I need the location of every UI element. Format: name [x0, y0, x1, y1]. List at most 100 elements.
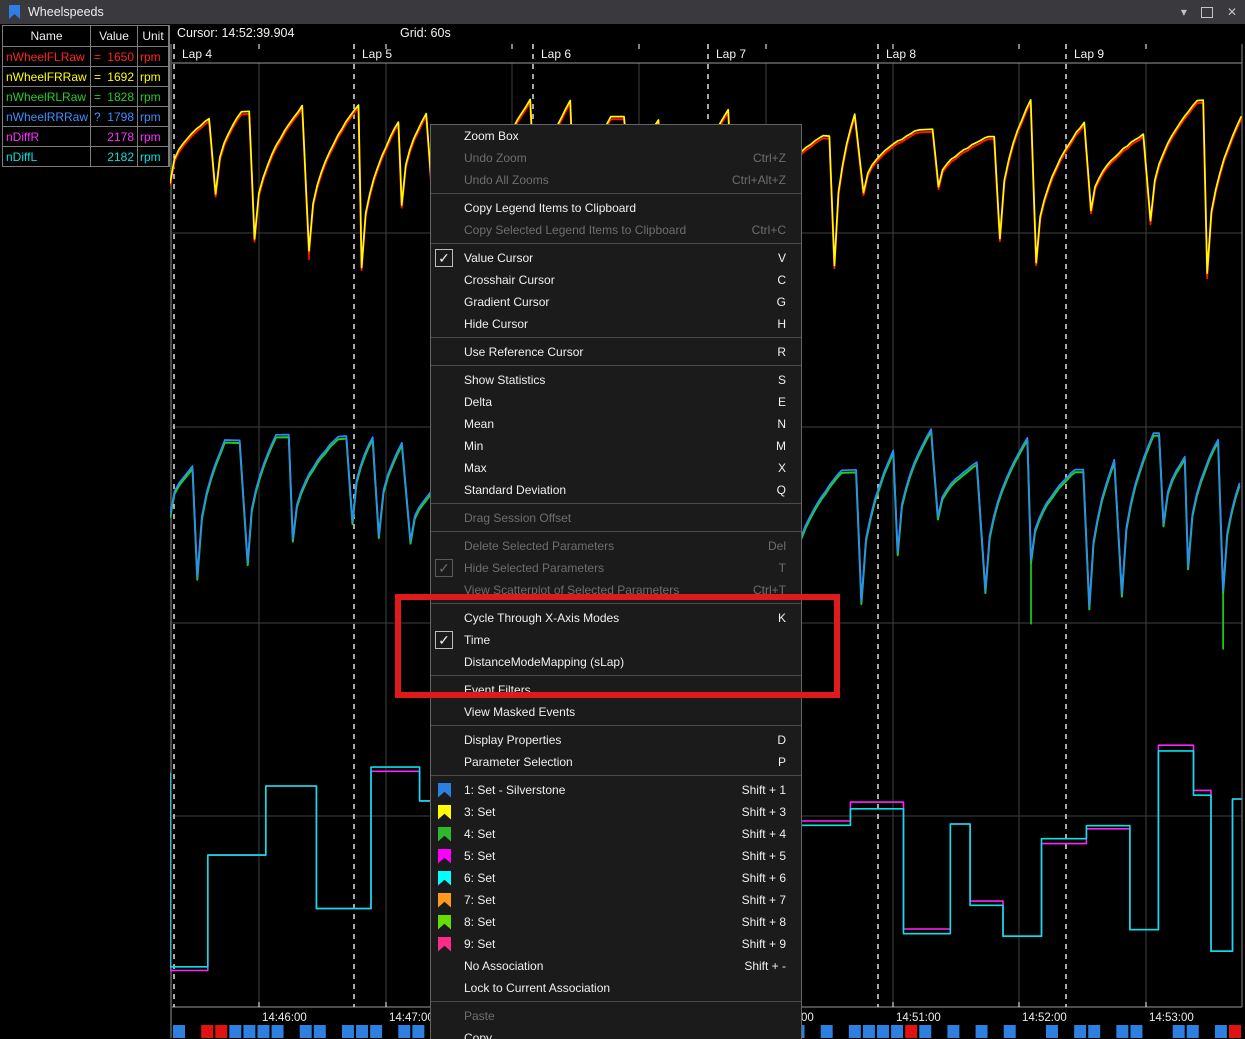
menu-item-9-set[interactable]: 9: SetShift + 9 [431, 933, 801, 955]
session-marker-blue[interactable] [1004, 1025, 1016, 1038]
title-bar: Wheelspeeds ▾ ✕ [0, 0, 1245, 24]
menu-item-lock-to-current-association[interactable]: Lock to Current Association [431, 977, 801, 999]
menu-separator [431, 335, 801, 341]
menu-item-shortcut: G [777, 295, 801, 309]
menu-item-label: Hide Cursor [464, 317, 777, 331]
wheelspeeds-window: { "window": { "title": "Wheelspeeds", "i… [0, 0, 1245, 1038]
session-marker-blue[interactable] [300, 1025, 312, 1038]
menu-item-label: Paste [464, 1009, 786, 1023]
parameter-legend-table: NameValueUnitnWheelFLRaw=1650rpmnWheelFR… [2, 25, 170, 167]
menu-separator [431, 501, 801, 507]
menu-item-shortcut: P [778, 755, 801, 769]
legend-param-name: nWheelFRRaw [3, 67, 90, 86]
menu-separator [431, 999, 801, 1005]
menu-item-8-set[interactable]: 8: SetShift + 8 [431, 911, 801, 933]
menu-item-value-cursor[interactable]: ✓Value CursorV [431, 247, 801, 269]
session-marker-blue[interactable] [370, 1025, 382, 1038]
menu-item-shortcut: Ctrl+C [752, 223, 801, 237]
session-marker-red[interactable] [201, 1025, 213, 1038]
session-marker-blue[interactable] [1173, 1025, 1185, 1038]
menu-item-label: Zoom Box [464, 129, 786, 143]
session-marker-blue[interactable] [1215, 1025, 1227, 1038]
session-marker-blue[interactable] [342, 1025, 354, 1038]
legend-param-value: =1692 [91, 67, 137, 86]
session-marker-blue[interactable] [947, 1025, 959, 1038]
session-marker-blue[interactable] [1116, 1025, 1128, 1038]
session-marker-blue[interactable] [257, 1025, 269, 1038]
maximize-icon[interactable] [1201, 7, 1213, 18]
time-axis-label: 14:53:00 [1149, 1012, 1194, 1024]
session-marker-blue[interactable] [1187, 1025, 1199, 1038]
menu-item-3-set[interactable]: 3: SetShift + 3 [431, 801, 801, 823]
menu-item-copy[interactable]: Copy [431, 1027, 801, 1039]
menu-item-hide-cursor[interactable]: Hide CursorH [431, 313, 801, 335]
session-marker-blue[interactable] [1088, 1025, 1100, 1038]
menu-item-parameter-selection[interactable]: Parameter SelectionP [431, 751, 801, 773]
menu-item-label: Parameter Selection [464, 755, 778, 769]
menu-item-mean[interactable]: MeanN [431, 413, 801, 435]
legend-param-unit: rpm [138, 147, 168, 166]
session-marker-blue[interactable] [272, 1025, 284, 1038]
menu-item-max[interactable]: MaxX [431, 457, 801, 479]
session-marker-blue[interactable] [877, 1025, 889, 1038]
menu-item-shortcut: Shift + 6 [742, 871, 801, 885]
menu-item-label: Lock to Current Association [464, 981, 786, 995]
menu-item-delta[interactable]: DeltaE [431, 391, 801, 413]
legend-param-name: nWheelRLRaw [3, 87, 90, 106]
session-marker-red[interactable] [1229, 1025, 1241, 1038]
menu-item-7-set[interactable]: 7: SetShift + 7 [431, 889, 801, 911]
session-marker-blue[interactable] [1046, 1025, 1058, 1038]
menu-item-standard-deviation[interactable]: Standard DeviationQ [431, 479, 801, 501]
set-flag-icon [438, 783, 451, 798]
session-marker-blue[interactable] [1130, 1025, 1142, 1038]
session-marker-blue[interactable] [891, 1025, 903, 1038]
menu-item-drag-session-offset: Drag Session Offset [431, 507, 801, 529]
menu-item-use-reference-cursor[interactable]: Use Reference CursorR [431, 341, 801, 363]
session-marker-red[interactable] [905, 1025, 917, 1038]
legend-header-value: Value [91, 26, 137, 46]
menu-item-gutter [431, 783, 464, 798]
menu-item-min[interactable]: MinM [431, 435, 801, 457]
session-marker-blue[interactable] [229, 1025, 241, 1038]
session-marker-blue[interactable] [398, 1025, 410, 1038]
menu-item-shortcut: Shift + 3 [742, 805, 801, 819]
menu-item-5-set[interactable]: 5: SetShift + 5 [431, 845, 801, 867]
session-marker-blue[interactable] [849, 1025, 861, 1038]
menu-item-label: 6: Set [464, 871, 742, 885]
session-marker-blue[interactable] [314, 1025, 326, 1038]
menu-item-zoom-box[interactable]: Zoom Box [431, 125, 801, 147]
session-marker-blue[interactable] [821, 1025, 833, 1038]
legend-param-unit: rpm [138, 107, 168, 126]
legend-header-name: Name [3, 26, 90, 46]
menu-item-4-set[interactable]: 4: SetShift + 4 [431, 823, 801, 845]
menu-item-display-properties[interactable]: Display PropertiesD [431, 729, 801, 751]
session-marker-blue[interactable] [243, 1025, 255, 1038]
menu-item-crosshair-cursor[interactable]: Crosshair CursorC [431, 269, 801, 291]
menu-item-shortcut: R [777, 345, 801, 359]
session-marker-blue[interactable] [976, 1025, 988, 1038]
session-marker-blue[interactable] [412, 1025, 424, 1038]
menu-item-1-set-silverstone[interactable]: 1: Set - SilverstoneShift + 1 [431, 779, 801, 801]
menu-item-copy-legend-items-to-clipboard[interactable]: Copy Legend Items to Clipboard [431, 197, 801, 219]
session-marker-red[interactable] [215, 1025, 227, 1038]
menu-separator [431, 723, 801, 729]
session-marker-blue[interactable] [919, 1025, 931, 1038]
menu-item-gutter [431, 893, 464, 908]
session-marker-blue[interactable] [863, 1025, 875, 1038]
menu-item-no-association[interactable]: No AssociationShift + - [431, 955, 801, 977]
session-marker-blue[interactable] [1074, 1025, 1086, 1038]
menu-item-gradient-cursor[interactable]: Gradient CursorG [431, 291, 801, 313]
menu-separator [431, 529, 801, 535]
legend-param-unit: rpm [138, 67, 168, 86]
session-marker-blue[interactable] [356, 1025, 368, 1038]
menu-item-shortcut: D [777, 733, 801, 747]
legend-header-unit: Unit [138, 26, 168, 46]
window-menu-arrow-icon[interactable]: ▾ [1181, 0, 1187, 24]
menu-item-view-masked-events[interactable]: View Masked Events [431, 701, 801, 723]
close-icon[interactable]: ✕ [1227, 0, 1237, 24]
menu-item-show-statistics[interactable]: Show StatisticsS [431, 369, 801, 391]
menu-item-label: Copy Legend Items to Clipboard [464, 201, 786, 215]
menu-item-6-set[interactable]: 6: SetShift + 6 [431, 867, 801, 889]
session-marker-blue[interactable] [173, 1025, 185, 1038]
checkmark-icon: ✓ [435, 559, 453, 577]
